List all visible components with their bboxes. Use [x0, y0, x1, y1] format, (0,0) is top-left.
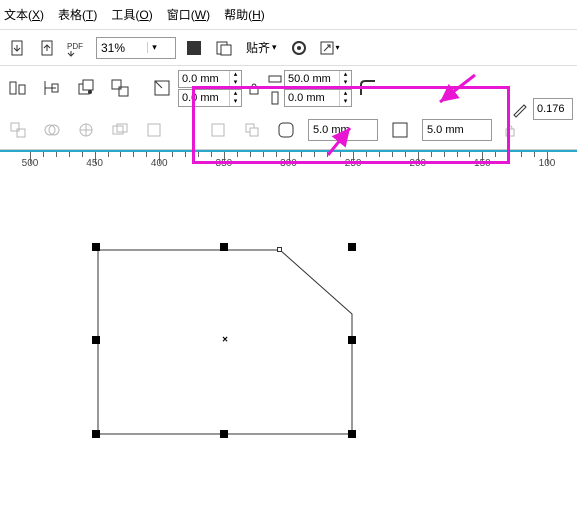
pos-x-spinner[interactable]: ▴▾	[229, 71, 241, 87]
chevron-down-icon[interactable]: ▾	[147, 42, 161, 53]
width-icon	[266, 70, 284, 88]
svg-text:PDF: PDF	[67, 42, 83, 51]
property-toolbar: ▴▾ ▴▾ ▴▾ ▴▾	[0, 66, 577, 110]
pos-x-input[interactable]	[179, 73, 229, 85]
secondary-toolbar: 5.0 mm 5.0 mm	[0, 110, 577, 150]
corner-lock-icon	[502, 122, 518, 138]
export-icon[interactable]	[36, 36, 60, 60]
standard-toolbar: PDF ▾ 贴齐▾ ▾	[0, 30, 577, 66]
weld-icon	[40, 118, 64, 142]
page-corner-icon[interactable]	[150, 76, 174, 100]
fullscreen-icon[interactable]	[182, 36, 206, 60]
height-spinner[interactable]: ▴▾	[339, 90, 351, 106]
height-input[interactable]	[285, 92, 339, 104]
height-icon	[266, 89, 284, 107]
front-minus-icon	[206, 118, 230, 142]
simplify-icon	[142, 118, 166, 142]
handle-bl[interactable]	[92, 430, 100, 438]
back-minus-icon	[240, 118, 264, 142]
corner-round-icon[interactable]	[274, 118, 298, 142]
width-spinner[interactable]: ▴▾	[339, 71, 351, 87]
menu-table[interactable]: 表格(T)	[58, 6, 97, 23]
handle-tm[interactable]	[220, 243, 228, 251]
import-icon[interactable]	[6, 36, 30, 60]
shape-center: ×	[222, 335, 228, 346]
trim-icon	[74, 118, 98, 142]
combine-icon	[6, 118, 30, 142]
corner-radius-a[interactable]: 5.0 mm	[308, 119, 378, 141]
menu-tools[interactable]: 工具(O)	[111, 6, 152, 23]
outline-pen-icon	[511, 100, 529, 118]
width-input[interactable]	[285, 73, 339, 85]
position-group: ▴▾ ▴▾	[178, 70, 242, 107]
outline-width[interactable]	[511, 98, 573, 120]
intersect-icon	[108, 118, 132, 142]
horizontal-ruler: 500450400350300250200150100	[0, 150, 577, 172]
snap-dropdown[interactable]: 贴齐▾	[242, 37, 281, 59]
corner-scallop-icon[interactable]	[388, 118, 412, 142]
handle-bm[interactable]	[220, 430, 228, 438]
launch-icon[interactable]: ▾	[317, 36, 341, 60]
handle-ml[interactable]	[92, 336, 100, 344]
corner-style-icon[interactable]	[356, 76, 380, 100]
handle-tr[interactable]	[348, 243, 356, 251]
menu-help[interactable]: 帮助(H)	[224, 6, 265, 23]
options-icon[interactable]	[287, 36, 311, 60]
menubar: 文本(X) 表格(T) 工具(O) 窗口(W) 帮助(H)	[0, 0, 577, 30]
outline-input[interactable]	[533, 98, 573, 120]
handle-br[interactable]	[348, 430, 356, 438]
corner-radius-b[interactable]: 5.0 mm	[422, 119, 492, 141]
menu-text[interactable]: 文本(X)	[4, 6, 44, 23]
lock-ratio-icon[interactable]	[246, 80, 262, 96]
distribute-tool-icon[interactable]	[40, 76, 64, 100]
shape-node[interactable]	[277, 247, 282, 252]
drawing-canvas[interactable]: ×	[0, 172, 577, 532]
zoom-input[interactable]	[97, 41, 147, 55]
align-tool-icon[interactable]	[6, 76, 30, 100]
handle-mr[interactable]	[348, 336, 356, 344]
size-group: ▴▾ ▴▾	[266, 70, 352, 107]
preview-icon[interactable]	[212, 36, 236, 60]
pos-y-spinner[interactable]: ▴▾	[229, 90, 241, 106]
pdf-icon[interactable]: PDF	[66, 36, 90, 60]
group-tool-icon[interactable]	[108, 76, 132, 100]
menu-window[interactable]: 窗口(W)	[167, 6, 210, 23]
order-tool-icon[interactable]	[74, 76, 98, 100]
zoom-combo[interactable]: ▾	[96, 37, 176, 59]
pos-y-input[interactable]	[179, 92, 229, 104]
handle-tl[interactable]	[92, 243, 100, 251]
